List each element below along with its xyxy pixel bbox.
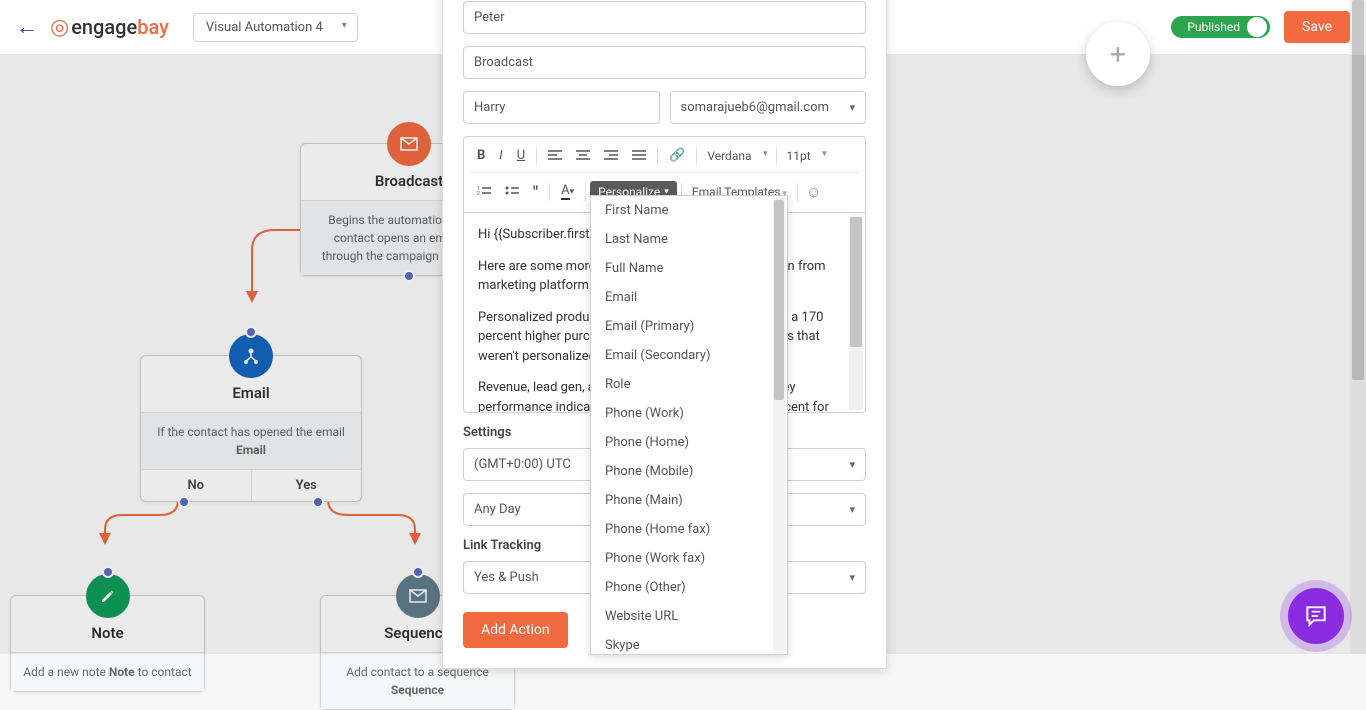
font-family-value: Verdana bbox=[707, 149, 751, 163]
save-button[interactable]: Save bbox=[1284, 11, 1350, 43]
toggle-knob bbox=[1247, 17, 1267, 37]
editor-scrollbar-thumb[interactable] bbox=[850, 217, 862, 347]
italic-icon[interactable]: I bbox=[492, 145, 509, 166]
personalize-option[interactable]: Website URL bbox=[591, 602, 787, 631]
node-note-body: Add a new note Note to contact bbox=[11, 652, 204, 691]
logo-text-2: bay bbox=[137, 15, 169, 39]
align-right-icon[interactable] bbox=[597, 147, 625, 165]
input-subject[interactable] bbox=[463, 46, 866, 79]
automation-title: Visual Automation 4 bbox=[206, 20, 323, 35]
align-center-icon[interactable] bbox=[569, 147, 597, 165]
link-tracking-value: Yes & Push bbox=[474, 570, 539, 585]
separator bbox=[549, 183, 550, 201]
blockquote-icon[interactable]: " bbox=[526, 179, 545, 204]
logo-text-1: engage bbox=[71, 15, 137, 39]
input-from-name[interactable] bbox=[463, 1, 866, 34]
personalize-option[interactable]: Phone (Work) bbox=[591, 399, 787, 428]
automation-title-select[interactable]: Visual Automation 4 bbox=[193, 13, 358, 42]
font-size-select[interactable]: 11pt bbox=[781, 147, 831, 165]
personalize-option[interactable]: Phone (Mobile) bbox=[591, 457, 787, 486]
personalize-dropdown: First NameLast NameFull NameEmailEmail (… bbox=[590, 195, 788, 655]
align-justify-icon[interactable] bbox=[625, 147, 653, 165]
text-color-icon[interactable]: A ▾ bbox=[554, 180, 581, 203]
align-left-icon[interactable] bbox=[541, 147, 569, 165]
personalize-option[interactable]: Email (Primary) bbox=[591, 312, 787, 341]
separator bbox=[776, 147, 777, 165]
personalize-option[interactable]: Skype bbox=[591, 631, 787, 655]
logo-icon: ◎ bbox=[50, 15, 69, 40]
personalize-option[interactable]: Phone (Home fax) bbox=[591, 515, 787, 544]
personalize-option[interactable]: Phone (Main) bbox=[591, 486, 787, 515]
editor-scrollbar[interactable] bbox=[849, 215, 863, 410]
personalize-option[interactable]: Phone (Other) bbox=[591, 573, 787, 602]
published-toggle[interactable]: Published bbox=[1171, 16, 1270, 38]
node-sequence-body-strong: Sequence bbox=[391, 683, 444, 697]
from-email-value: somarajueb6@gmail.com bbox=[681, 100, 829, 115]
select-from-email[interactable]: somarajueb6@gmail.com bbox=[670, 91, 867, 124]
underline-icon[interactable]: U bbox=[510, 145, 532, 166]
personalize-option[interactable]: Email bbox=[591, 283, 787, 312]
personalize-option[interactable]: Last Name bbox=[591, 225, 787, 254]
font-family-select[interactable]: Verdana bbox=[701, 147, 771, 165]
node-note-body-pre: Add a new note bbox=[23, 665, 106, 679]
node-note-body-strong: Note bbox=[109, 665, 135, 679]
chat-bubble[interactable] bbox=[1288, 588, 1344, 644]
timezone-value: (GMT+0:00) UTC bbox=[474, 457, 571, 472]
separator bbox=[657, 147, 658, 165]
bold-icon[interactable]: B bbox=[470, 145, 492, 166]
svg-text:2: 2 bbox=[477, 191, 480, 197]
day-value: Any Day bbox=[474, 502, 521, 517]
add-action-button[interactable]: Add Action bbox=[463, 612, 568, 648]
emoji-icon[interactable]: ☺ bbox=[802, 183, 825, 201]
personalize-option[interactable]: Phone (Home) bbox=[591, 428, 787, 457]
personalize-option[interactable]: Role bbox=[591, 370, 787, 399]
add-node-fab[interactable]: + bbox=[1086, 22, 1150, 86]
input-reply-name[interactable] bbox=[463, 91, 660, 124]
logo[interactable]: ◎ engagebay bbox=[50, 15, 169, 40]
node-note-body-post: to contact bbox=[138, 665, 192, 679]
published-label: Published bbox=[1187, 20, 1240, 34]
ordered-list-icon[interactable]: 12 bbox=[470, 183, 498, 201]
unordered-list-icon[interactable] bbox=[498, 183, 526, 201]
separator bbox=[536, 147, 537, 165]
dropdown-scrollbar-thumb[interactable] bbox=[774, 200, 784, 400]
personalize-option[interactable]: Email (Secondary) bbox=[591, 341, 787, 370]
separator bbox=[585, 183, 586, 201]
link-icon[interactable]: 🔗 bbox=[662, 145, 692, 166]
font-size-value: 11pt bbox=[787, 149, 811, 163]
personalize-option[interactable]: Full Name bbox=[591, 254, 787, 283]
personalize-option[interactable]: First Name bbox=[591, 196, 787, 225]
back-arrow-icon[interactable]: ← bbox=[16, 14, 38, 40]
dropdown-scrollbar[interactable] bbox=[773, 198, 785, 655]
separator bbox=[797, 183, 798, 201]
separator bbox=[696, 147, 697, 165]
personalize-option[interactable]: Phone (Work fax) bbox=[591, 544, 787, 573]
